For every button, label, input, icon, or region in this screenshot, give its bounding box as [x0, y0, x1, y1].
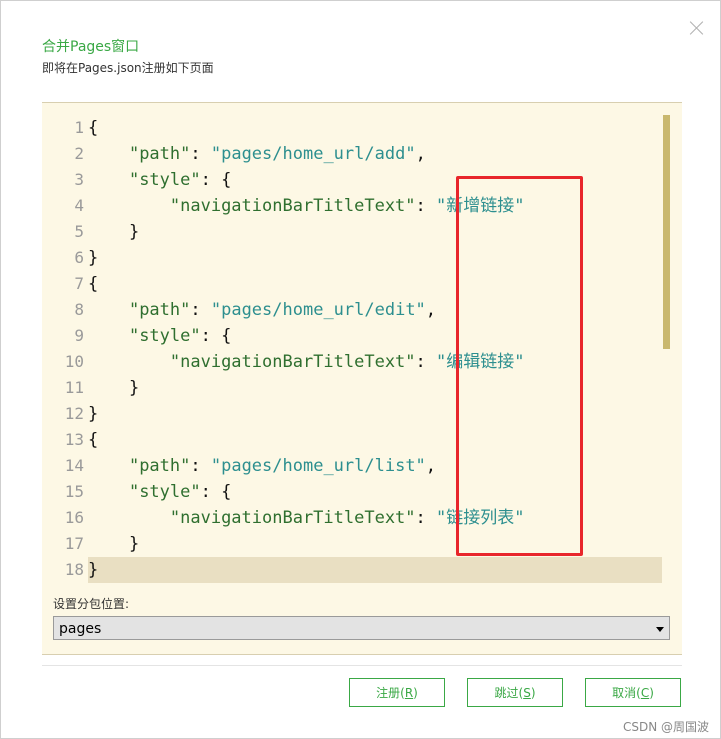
code-text: }	[88, 404, 99, 424]
subpackage-label: 设置分包位置:	[53, 597, 130, 611]
dialog-window: 合并Pages窗口 即将在Pages.json注册如下页面 1{2 "path"…	[0, 0, 721, 739]
line-number: 6	[74, 248, 84, 267]
code-text: "path": "pages/home_url/edit",	[128, 300, 437, 320]
editor-scrollbar[interactable]	[663, 115, 670, 349]
cancel-button-label: 取消	[612, 686, 637, 700]
subpackage-selected-value: pages	[59, 621, 102, 637]
line-number: 5	[74, 222, 84, 241]
subpackage-select[interactable]: pages	[53, 616, 670, 640]
register-button[interactable]: 注册(R)	[349, 678, 445, 707]
line-number: 1	[74, 118, 84, 137]
code-text: }	[88, 378, 140, 398]
code-text: "style": {	[128, 170, 232, 190]
line-number: 18	[64, 560, 84, 579]
line-number: 2	[74, 144, 84, 163]
dialog-title: 合并Pages窗口	[42, 39, 140, 55]
dialog-subtitle: 即将在Pages.json注册如下页面	[42, 61, 214, 75]
code-text: {	[88, 430, 99, 450]
line-number: 12	[64, 404, 84, 423]
code-text: "path": "pages/home_url/list",	[128, 456, 437, 476]
code-text: }	[88, 560, 99, 580]
code-text: }	[88, 222, 140, 242]
code-text: }	[88, 534, 140, 554]
line-number: 3	[74, 170, 84, 189]
register-shortcut: R	[404, 686, 414, 700]
line-number: 7	[74, 274, 84, 293]
cancel-shortcut: C	[640, 686, 650, 700]
code-line: 18}	[65, 557, 662, 583]
line-number: 9	[74, 326, 84, 345]
line-number: 13	[64, 430, 84, 449]
code-line: 2 "path": "pages/home_url/add",	[42, 141, 662, 167]
annotation-highlight-box	[456, 176, 583, 556]
line-number: 11	[64, 378, 84, 397]
code-editor[interactable]: 1{2 "path": "pages/home_url/add", 3 "styl…	[42, 115, 682, 585]
line-number: 14	[64, 456, 84, 475]
skip-shortcut: S	[523, 686, 531, 700]
code-text: {	[88, 118, 99, 138]
skip-button-label: 跳过	[494, 686, 519, 700]
line-number: 16	[64, 508, 84, 527]
code-text: "style": {	[128, 326, 232, 346]
code-text: "style": {	[128, 482, 232, 502]
code-line: 1{	[42, 115, 662, 141]
line-number: 17	[64, 534, 84, 553]
content-panel: 1{2 "path": "pages/home_url/add", 3 "styl…	[42, 102, 682, 655]
line-number: 15	[64, 482, 84, 501]
dropdown-arrow-icon	[656, 627, 664, 632]
code-text: {	[88, 274, 99, 294]
line-number: 10	[64, 352, 84, 371]
cancel-button[interactable]: 取消(C)	[585, 678, 681, 707]
register-button-label: 注册	[376, 686, 401, 700]
line-number: 8	[74, 300, 84, 319]
code-text: }	[88, 248, 99, 268]
line-number: 4	[74, 196, 84, 215]
footer-divider	[42, 665, 682, 666]
close-icon[interactable]	[688, 19, 706, 37]
skip-button[interactable]: 跳过(S)	[467, 678, 563, 707]
watermark: CSDN @周国波	[623, 720, 710, 734]
code-text: "path": "pages/home_url/add",	[128, 144, 426, 164]
